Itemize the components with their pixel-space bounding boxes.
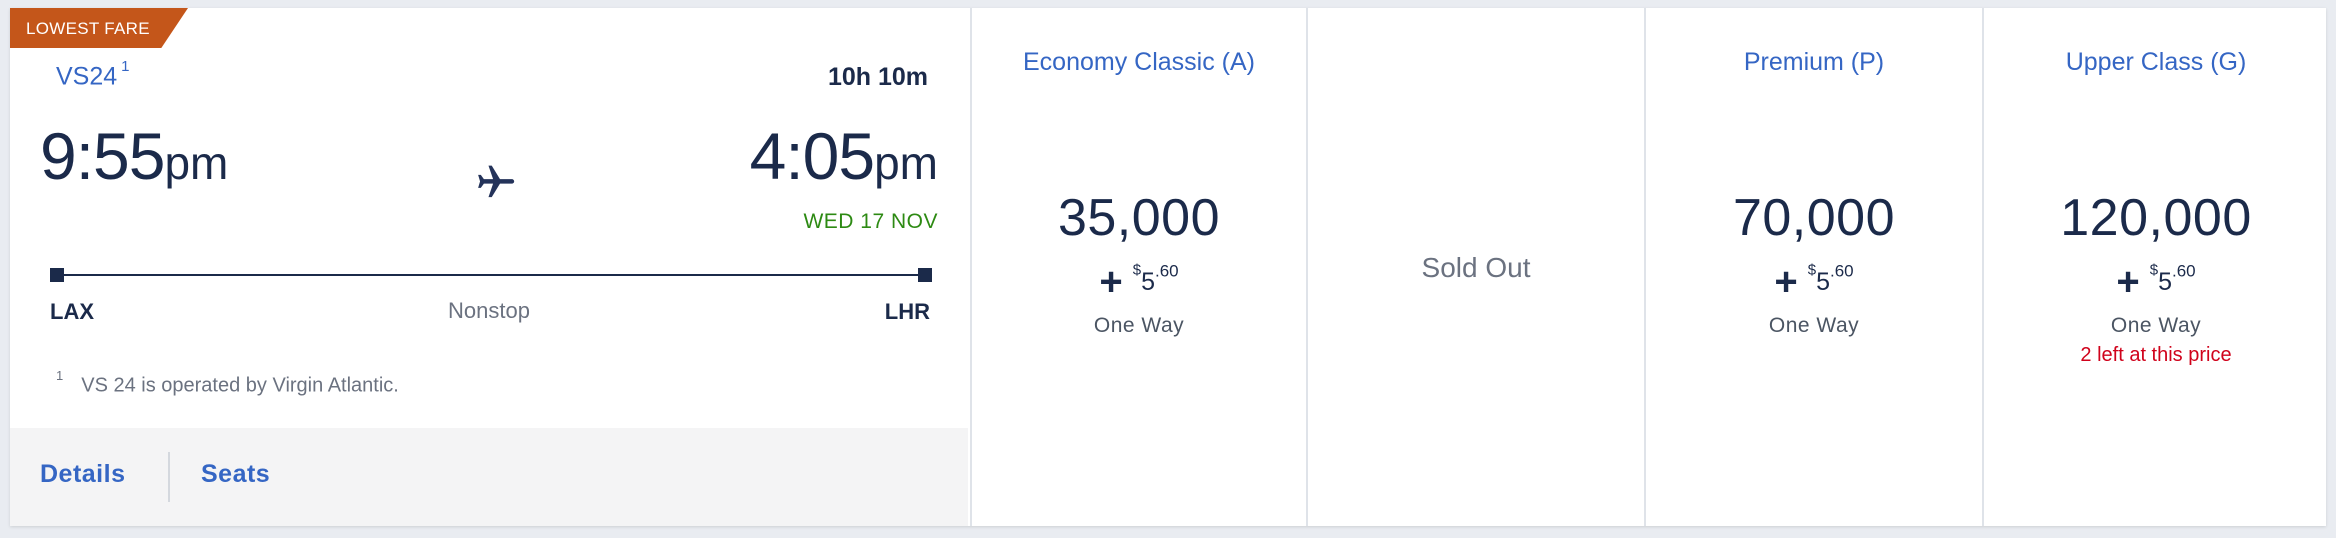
tax-cents: .60 [2171, 261, 2196, 281]
trip-type: One Way [1093, 314, 1185, 337]
operator-footnote: 1 VS 24 is operated by Virgin Atlantic. [56, 368, 399, 398]
flight-summary: LOWEST FARE VS24 1 10h 10m 9:55pm 4:05pm … [10, 8, 968, 526]
fare-title: Economy Classic (A) [1023, 48, 1255, 76]
fare-premium[interactable]: Premium (P) 70,000 + $5.60 One Way [1644, 8, 1982, 526]
flight-duration: 10h 10m [827, 63, 928, 91]
tax-currency: $ [2149, 261, 2159, 279]
origin-marker [50, 268, 64, 282]
details-button[interactable]: Details [40, 460, 125, 489]
fare-upper-class[interactable]: Upper Class (G) 120,000 + $5.60 One Way 2… [1982, 8, 2326, 526]
badge-label: LOWEST FARE [26, 19, 150, 38]
destination-airport: LHR [884, 299, 930, 324]
fare-title: Upper Class (G) [2065, 48, 2247, 76]
flight-number-link[interactable]: VS24 1 [56, 58, 130, 91]
tax-cents: .60 [1154, 261, 1179, 281]
actions-divider [168, 452, 170, 502]
arrival-date: WED 17 NOV [803, 210, 938, 233]
plus-icon: + [1774, 260, 1798, 304]
flight-result-card: LOWEST FARE VS24 1 10h 10m 9:55pm 4:05pm … [10, 8, 2326, 526]
tax-currency: $ [1132, 261, 1142, 279]
sold-out-label: Sold Out [1421, 252, 1531, 283]
trip-type: One Way [1768, 314, 1860, 337]
stops-label: Nonstop [448, 298, 530, 323]
tax-amount: 5 [1141, 268, 1155, 296]
departure-time-value: 9:55 [40, 119, 165, 193]
fare-title: Premium (P) [1743, 48, 1885, 76]
plus-icon: + [2116, 260, 2140, 304]
trip-type: One Way [2110, 314, 2202, 337]
route-line [56, 274, 924, 276]
flight-number: VS24 [56, 62, 118, 91]
fare-taxes: + $5.60 [1646, 260, 1982, 305]
destination-marker [918, 268, 932, 282]
footnote-text: VS 24 is operated by Virgin Atlantic. [81, 374, 399, 397]
plus-icon: + [1099, 260, 1123, 304]
fare-miles: 35,000 [1057, 189, 1221, 247]
footnote-marker: 1 [121, 58, 130, 75]
fare-economy-classic[interactable]: Economy Classic (A) 35,000 + $5.60 One Wa… [970, 8, 1306, 526]
arrival-time-value: 4:05 [749, 119, 875, 193]
departure-time: 9:55pm [40, 118, 228, 194]
flight-actions-bar: Details Seats [10, 428, 968, 526]
seats-button[interactable]: Seats [201, 460, 270, 489]
fare-miles: 70,000 [1732, 189, 1896, 247]
fare-taxes: + $5.60 [972, 260, 1306, 305]
departure-ampm: pm [164, 137, 229, 189]
fare-sold-out: Sold Out [1306, 8, 1644, 526]
airplane-icon [478, 165, 515, 198]
arrival-time: 4:05pm [750, 118, 938, 194]
seats-remaining-warning: 2 left at this price [2080, 344, 2232, 366]
arrival-ampm: pm [874, 137, 938, 189]
lowest-fare-badge: LOWEST FARE [10, 8, 188, 48]
fare-taxes: + $5.60 [1984, 260, 2326, 305]
footnote-number: 1 [56, 368, 64, 383]
fare-miles: 120,000 [2060, 189, 2252, 247]
tax-amount: 5 [2158, 268, 2172, 296]
tax-cents: .60 [1829, 261, 1854, 281]
tax-currency: $ [1807, 261, 1817, 279]
tax-amount: 5 [1816, 268, 1830, 296]
